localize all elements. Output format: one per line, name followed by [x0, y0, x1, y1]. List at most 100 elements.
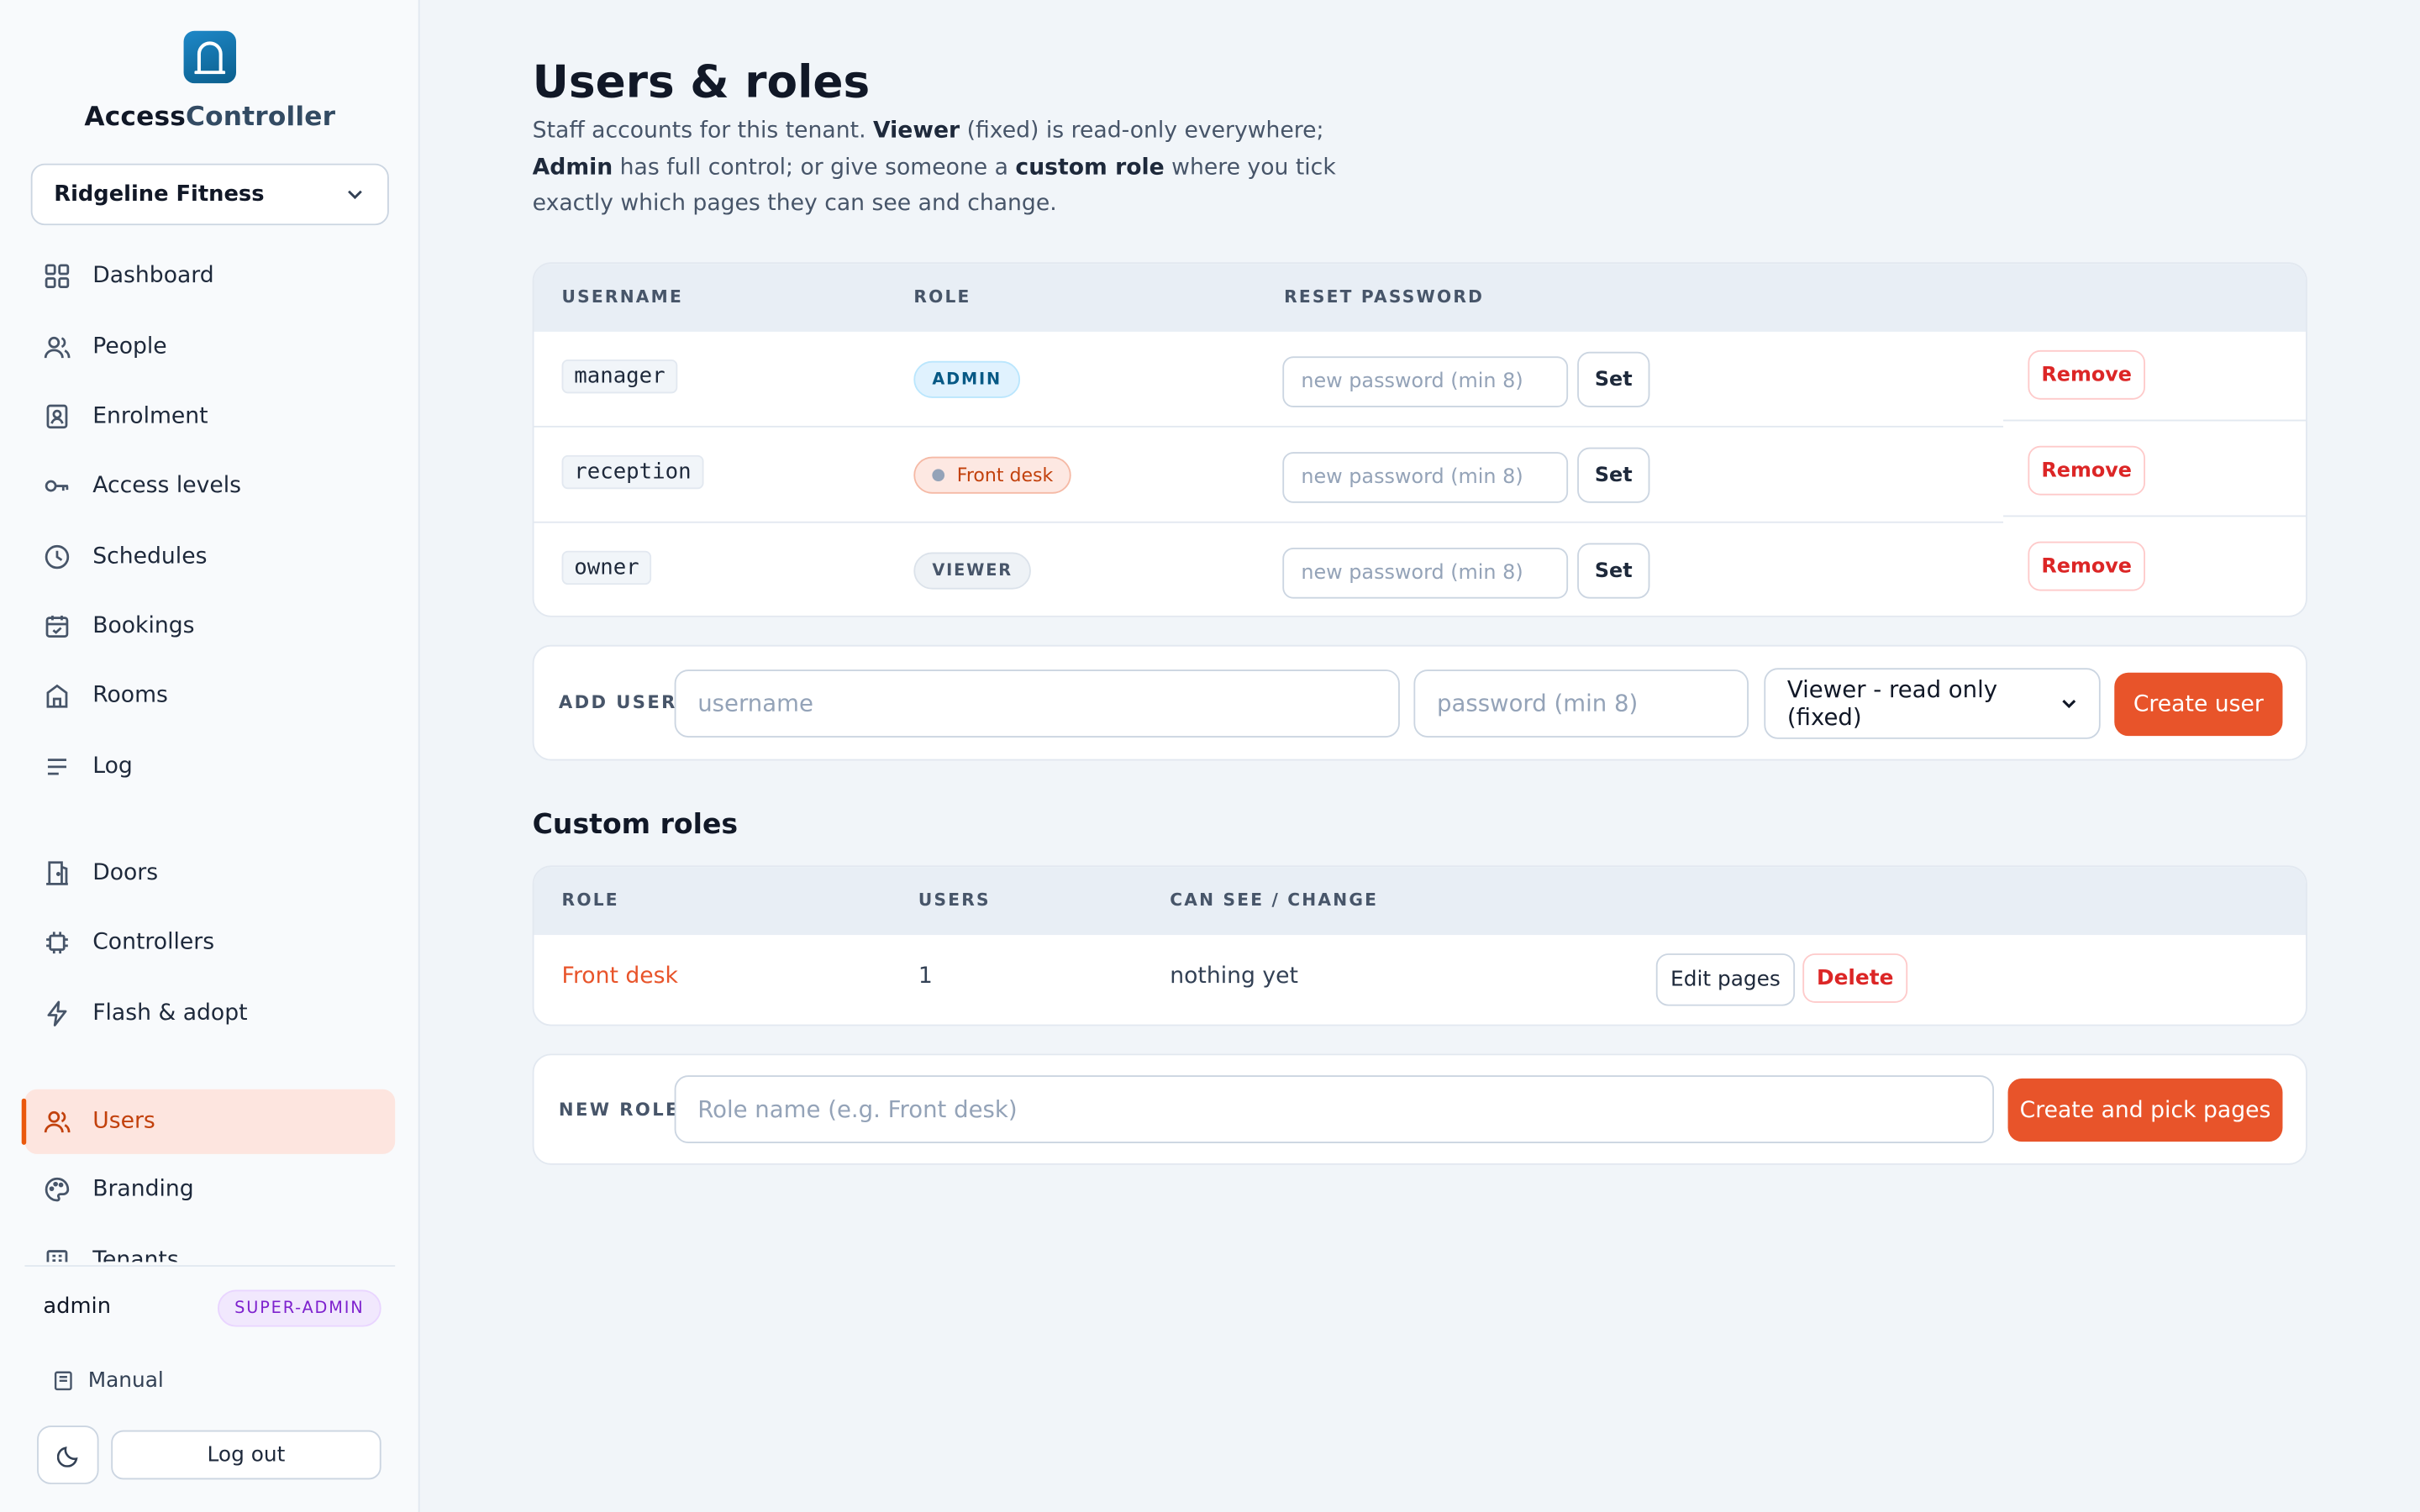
sidebar-item-controllers[interactable]: Controllers — [24, 911, 395, 975]
people-icon — [44, 336, 71, 359]
set-password-button[interactable]: Set — [1577, 351, 1650, 407]
sidebar-item-tenants[interactable]: Tenants — [24, 1228, 395, 1263]
manual-label: Manual — [87, 1368, 164, 1394]
sidebar-item-label: Rooms — [92, 683, 168, 709]
row-divider — [2003, 419, 2307, 422]
moon-icon — [56, 1446, 77, 1467]
sidebar-item-log[interactable]: Log — [24, 734, 395, 799]
col-can-see-change: CAN SEE / CHANGE — [1170, 890, 1379, 911]
new-password-input[interactable]: password (min 8) — [1413, 669, 1749, 738]
tenant-select-value: Ridgeline Fitness — [54, 181, 265, 207]
edit-pages-button[interactable]: Edit pages — [1655, 953, 1796, 1006]
role-badge: SUPER-ADMIN — [217, 1289, 381, 1327]
table-row: reception Front desk new password (min 8… — [534, 428, 2306, 523]
palette-icon — [45, 1177, 70, 1202]
sidebar-item-label: Schedules — [92, 544, 208, 570]
role-name-input[interactable]: Role name (e.g. Front desk) — [674, 1075, 1995, 1143]
theme-toggle-button[interactable] — [37, 1425, 99, 1484]
remove-user-button[interactable]: Remove — [2028, 349, 2146, 400]
custom-role-name[interactable]: Front desk — [562, 964, 678, 989]
brand-name: AccessController — [84, 102, 336, 133]
delete-role-button[interactable]: Delete — [1802, 953, 1908, 1003]
book-icon — [54, 1371, 72, 1391]
room-icon — [46, 684, 68, 708]
reset-password-input[interactable]: new password (min 8) — [1282, 548, 1569, 599]
sidebar-item-label: Bookings — [92, 614, 195, 639]
sidebar-item-flash-adopt[interactable]: Flash & adopt — [24, 981, 395, 1046]
reset-password-input[interactable]: new password (min 8) — [1282, 356, 1569, 407]
new-username-input[interactable]: username — [674, 669, 1400, 738]
remove-user-button[interactable]: Remove — [2028, 445, 2146, 496]
sidebar-scroll-clip: Tenants — [24, 1228, 395, 1263]
users-table: USERNAME ROLE RESET PASSWORD manager ADM… — [532, 262, 2307, 617]
page-title: Users & roles — [532, 55, 871, 108]
role-pages-summary: nothing yet — [1170, 963, 1298, 990]
reset-password-input[interactable]: new password (min 8) — [1282, 452, 1569, 503]
sidebar-item-label: Tenants — [92, 1247, 179, 1263]
remove-user-button[interactable]: Remove — [2028, 541, 2146, 591]
col-reset-password: RESET PASSWORD — [1284, 286, 1485, 307]
calendar-icon — [45, 615, 69, 638]
sidebar-item-access-levels[interactable]: Access levels — [24, 454, 395, 518]
username-cell: reception — [561, 454, 704, 490]
role-select-value: Viewer - read only (fixed) — [1786, 675, 1998, 732]
sidebar-item-label: People — [92, 334, 167, 360]
row-divider — [2003, 515, 2307, 517]
sidebar-item-people[interactable]: People — [24, 315, 395, 380]
new-role-form: NEW ROLE Role name (e.g. Front desk) Cre… — [532, 1053, 2307, 1165]
role-badge-admin: ADMIN — [913, 360, 1021, 398]
username-cell: owner — [561, 550, 652, 585]
custom-roles-header: ROLE USERS CAN SEE / CHANGE — [534, 867, 2307, 936]
col-username: USERNAME — [561, 286, 683, 307]
bolt-icon — [47, 1000, 67, 1026]
key-icon — [45, 480, 69, 492]
sidebar-item-label: Branding — [92, 1177, 194, 1202]
sidebar-item-label: Controllers — [92, 930, 215, 955]
sidebar-divider — [24, 1265, 396, 1267]
chip-icon — [46, 932, 68, 954]
tenant-select[interactable]: Ridgeline Fitness — [30, 163, 389, 226]
door-logo-icon — [183, 30, 237, 84]
app-root: AccessController Ridgeline Fitness Dashb… — [0, 0, 2420, 1512]
sidebar-item-enrolment[interactable]: Enrolment — [24, 384, 395, 449]
custom-roles-table: ROLE USERS CAN SEE / CHANGE Front desk 1… — [532, 865, 2307, 1026]
sidebar-item-users[interactable]: Users — [21, 1089, 396, 1154]
logout-button[interactable]: Log out — [111, 1430, 381, 1480]
sidebar-item-label: Users — [92, 1109, 155, 1134]
sidebar-item-rooms[interactable]: Rooms — [24, 664, 395, 728]
users-table-header: USERNAME ROLE RESET PASSWORD — [534, 264, 2307, 332]
sidebar-item-dashboard[interactable]: Dashboard — [24, 244, 395, 308]
sidebar-item-label: Flash & adopt — [92, 1001, 248, 1026]
role-select[interactable]: Viewer - read only (fixed) — [1764, 668, 2101, 739]
set-password-button[interactable]: Set — [1577, 543, 1650, 599]
create-user-button[interactable]: Create user — [2114, 672, 2283, 737]
sidebar-item-label: Log — [92, 754, 133, 780]
col-role: ROLE — [913, 286, 971, 307]
current-username: admin — [43, 1294, 112, 1320]
list-icon — [47, 759, 66, 775]
create-role-button[interactable]: Create and pick pages — [2007, 1078, 2283, 1142]
sidebar-item-doors[interactable]: Doors — [24, 841, 395, 906]
col-role: ROLE — [561, 890, 619, 911]
sidebar-item-branding[interactable]: Branding — [24, 1158, 395, 1222]
role-badge-viewer: VIEWER — [913, 552, 1032, 590]
badge-icon — [46, 404, 68, 429]
custom-roles-title: Custom roles — [532, 808, 739, 842]
page-description: Staff accounts for this tenant. Viewer (… — [532, 118, 1336, 217]
brand-logo[interactable]: AccessController — [0, 30, 420, 133]
sidebar-item-bookings[interactable]: Bookings — [24, 594, 395, 659]
dot-icon — [932, 469, 945, 482]
sidebar-item-label: Access levels — [92, 473, 242, 499]
sidebar-item-label: Dashboard — [92, 264, 214, 289]
add-user-form: ADD USER username password (min 8) Viewe… — [532, 644, 2307, 761]
chevron-down-icon — [348, 190, 362, 200]
sidebar: AccessController Ridgeline Fitness Dashb… — [0, 0, 420, 1512]
building-icon — [46, 1250, 68, 1263]
manual-link[interactable]: Manual — [52, 1368, 164, 1394]
sidebar-item-label: Enrolment — [92, 404, 208, 429]
sidebar-item-schedules[interactable]: Schedules — [24, 524, 395, 589]
chevron-down-icon — [2061, 700, 2075, 709]
table-row: owner VIEWER new password (min 8) Set Re… — [534, 523, 2306, 616]
clock-icon — [45, 544, 70, 570]
set-password-button[interactable]: Set — [1577, 447, 1650, 503]
